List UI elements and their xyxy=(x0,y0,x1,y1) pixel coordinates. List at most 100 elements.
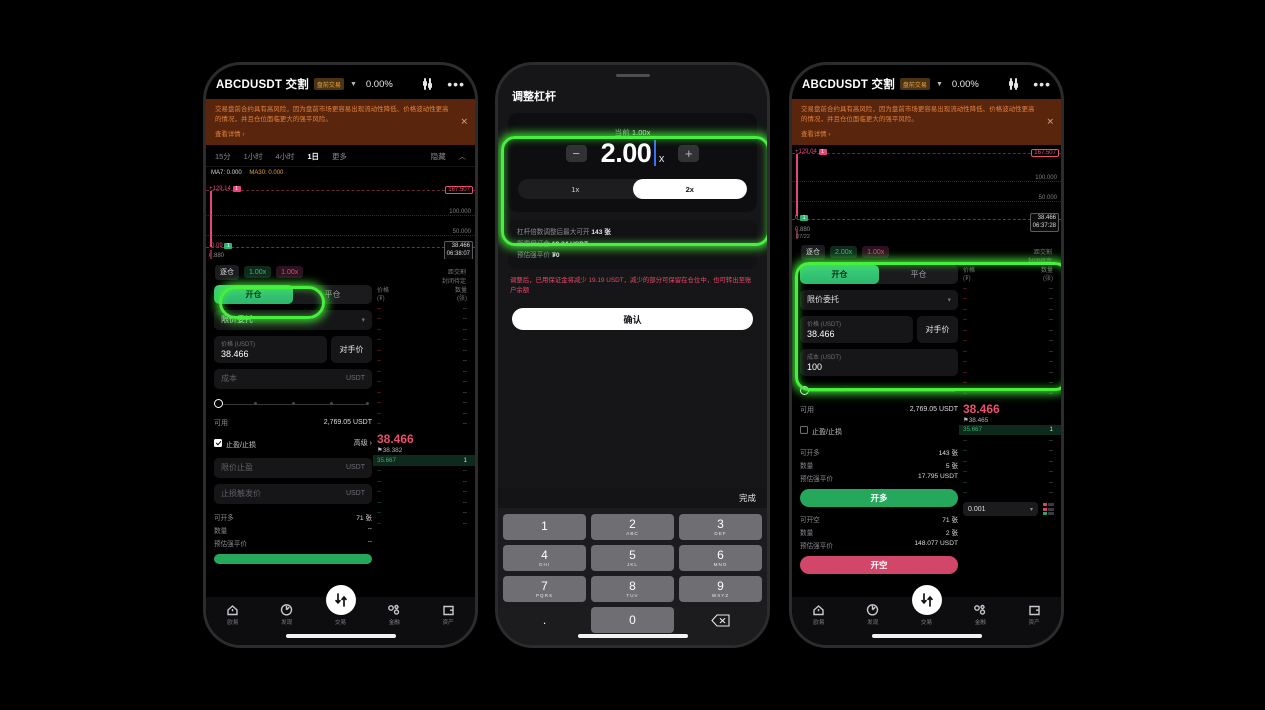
tab-more[interactable]: 更多 xyxy=(332,151,347,162)
checkbox-icon[interactable] xyxy=(214,438,222,447)
stat-key: 可开多 xyxy=(214,514,234,522)
stop-loss-input[interactable]: 止损触发价 USDT xyxy=(214,483,372,504)
key-7[interactable]: 7 PQRS xyxy=(503,576,586,602)
long-leverage-button[interactable]: 1.00x xyxy=(244,266,272,279)
tab-1d[interactable]: 1日 xyxy=(307,151,319,162)
price-input[interactable]: 价格 (USDT) 38.466 xyxy=(800,315,913,343)
key-0[interactable]: 0 xyxy=(591,607,674,633)
tick-size-select[interactable]: 0.001 ▾ xyxy=(963,502,1038,517)
more-dots-icon[interactable]: ••• xyxy=(1033,77,1051,91)
swap-fab-button[interactable] xyxy=(911,585,942,615)
minus-icon[interactable]: − xyxy=(565,145,587,162)
tab-close-position[interactable]: 平仓 xyxy=(293,285,372,304)
opponent-price-button[interactable]: 对手价 xyxy=(331,335,372,363)
slider-handle[interactable] xyxy=(800,385,809,395)
stat-value: -- xyxy=(367,524,372,532)
cost-input[interactable]: 成本 USDT xyxy=(214,368,372,389)
nav-item-discover[interactable]: 发现 xyxy=(260,603,314,626)
risk-warning-link[interactable]: 查看详情 › xyxy=(215,129,466,138)
tab-4h[interactable]: 4小时 xyxy=(276,151,295,162)
nav-item-home[interactable]: 欧易 xyxy=(792,603,846,626)
quick-option-2x[interactable]: 2x xyxy=(632,179,747,199)
key-8[interactable]: 8 TUV xyxy=(591,576,674,602)
nav-item-finance[interactable]: 金融 xyxy=(367,603,421,626)
key-5[interactable]: 5 JKL xyxy=(591,545,674,571)
checkbox-icon[interactable] xyxy=(800,425,808,434)
chevron-down-icon[interactable]: ▼ xyxy=(936,81,943,88)
open-close-segmented: 开仓 平仓 xyxy=(214,284,372,304)
cost-input-row: 成本 (USDT) 100 xyxy=(800,348,958,376)
keyboard-done-button[interactable]: 完成 xyxy=(739,492,756,504)
leverage-input[interactable]: 2.00 x xyxy=(601,140,665,167)
phone-1-screen: ABCDUSDT 交割 盘前交易 ▼ 0.00% ••• 交易盘前合约具有高风险… xyxy=(206,65,475,645)
key-2[interactable]: 2 ABC xyxy=(591,514,674,540)
orderbook-qty-col[interactable]: 数量 (张) xyxy=(455,287,467,303)
advanced-link[interactable]: 高级 › xyxy=(354,438,372,448)
key-3[interactable]: 3 DEF xyxy=(679,514,762,540)
chart-hide-toggle[interactable]: 隐藏 xyxy=(431,151,446,162)
risk-warning-link[interactable]: 查看详情 › xyxy=(801,129,1052,138)
nav-item-home[interactable]: 欧易 xyxy=(206,603,260,626)
amount-slider[interactable] xyxy=(214,398,370,412)
stat-value: 143 张 xyxy=(938,449,958,457)
open-long-button[interactable]: 开多 xyxy=(214,553,372,564)
slider-handle[interactable] xyxy=(214,398,223,408)
take-profit-input[interactable]: 限价止盈 USDT xyxy=(214,457,372,478)
close-icon[interactable]: ✕ xyxy=(460,116,468,127)
swap-fab-button[interactable] xyxy=(325,585,356,615)
candlestick-icon[interactable] xyxy=(421,78,434,90)
short-leverage-button[interactable]: 1.00x xyxy=(276,266,304,279)
chevron-down-icon[interactable]: ▼ xyxy=(350,81,357,88)
tab-open-position[interactable]: 开仓 xyxy=(214,285,293,304)
available-balance-row: 可用 2,769.05 USDT xyxy=(800,405,958,415)
key-decimal[interactable]: . xyxy=(503,607,586,633)
order-type-select[interactable]: 限价委托 ▾ xyxy=(214,309,372,330)
tab-close-position[interactable]: 平仓 xyxy=(879,265,958,284)
tpsl-toggle[interactable]: 止盈/止损 xyxy=(214,434,256,452)
backspace-icon[interactable] xyxy=(679,607,762,633)
cost-input[interactable]: 成本 (USDT) 100 xyxy=(800,348,958,376)
orderbook-qty-col[interactable]: 数量 (张) xyxy=(1041,267,1053,283)
take-profit-label: 限价止盈 xyxy=(221,463,253,473)
nav-item-discover[interactable]: 发现 xyxy=(846,603,900,626)
nav-label: 欧易 xyxy=(813,620,825,626)
key-1[interactable]: 1 xyxy=(503,514,586,540)
home-indicator xyxy=(577,634,688,638)
orderbook-layout-icon[interactable] xyxy=(1043,503,1055,516)
long-leverage-button[interactable]: 2.00x xyxy=(830,246,858,259)
tab-15m[interactable]: 15分 xyxy=(215,151,231,162)
last-price-tag: 38.466 06:37:28 xyxy=(1029,212,1059,233)
key-9[interactable]: 9 WXYZ xyxy=(679,576,762,602)
close-icon[interactable]: ✕ xyxy=(1046,116,1054,127)
amount-slider[interactable] xyxy=(800,385,956,399)
price-chart[interactable]: 167.507 100.000 50.000 38.466 06:37:28 +… xyxy=(792,144,1061,239)
opponent-price-button[interactable]: 对手价 xyxy=(917,315,958,343)
candlestick-icon[interactable] xyxy=(1007,78,1020,90)
compass-icon xyxy=(260,603,314,616)
margin-mode-button[interactable]: 逐仓 xyxy=(801,244,825,260)
more-dots-icon[interactable]: ••• xyxy=(447,77,465,91)
home-indicator xyxy=(871,634,982,638)
price-chart[interactable]: MA7: 0.000 MA30: 0.000 167.507 100.000 5… xyxy=(206,166,475,259)
open-short-button[interactable]: 开空 xyxy=(800,555,958,574)
margin-mode-button[interactable]: 逐仓 xyxy=(215,264,239,280)
order-type-select[interactable]: 限价委托 ▾ xyxy=(800,289,958,310)
orderbook-row: -- -- xyxy=(377,509,467,517)
confirm-button[interactable]: 确认 xyxy=(512,308,753,331)
nav-item-finance[interactable]: 金融 xyxy=(953,603,1007,626)
high-price-tag: 167.507 xyxy=(445,185,473,194)
plus-icon[interactable]: + xyxy=(678,145,700,162)
tab-open-position[interactable]: 开仓 xyxy=(800,265,879,284)
quick-option-1x[interactable]: 1x xyxy=(518,179,633,199)
short-leverage-button[interactable]: 1.00x xyxy=(862,246,890,259)
chevron-up-icon[interactable]: ︿ xyxy=(459,151,466,162)
key-6[interactable]: 6 MNO xyxy=(679,545,762,571)
tab-1h[interactable]: 1小时 xyxy=(244,151,263,162)
nav-item-assets[interactable]: 资产 xyxy=(1007,603,1061,626)
key-4[interactable]: 4 GHI xyxy=(503,545,586,571)
nav-item-assets[interactable]: 资产 xyxy=(421,603,475,626)
price-input[interactable]: 价格 (USDT) 38.466 xyxy=(214,335,327,363)
tpsl-toggle[interactable]: 止盈/止损 xyxy=(800,421,842,439)
open-long-button[interactable]: 开多 xyxy=(800,488,958,507)
risk-warning-banner: 交易盘前合约具有高风险，因为盘前市场更容易出现流动性降低、价格波动性更高的情况，… xyxy=(206,99,475,145)
